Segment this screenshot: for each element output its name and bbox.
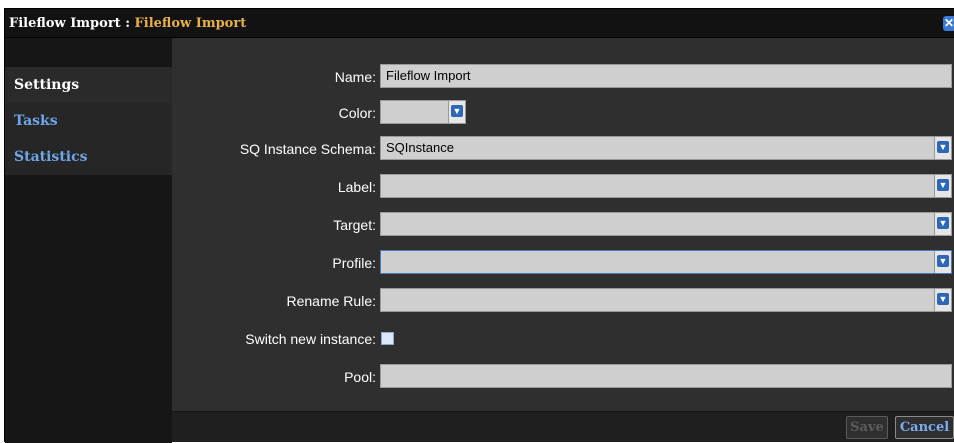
chevron-down-icon: ▼ [937,179,949,191]
schema-select[interactable]: SQInstance ▼ [380,136,952,160]
switch-new-instance-checkbox[interactable] [381,332,394,345]
pool-label: Pool: [344,369,376,385]
cancel-button[interactable]: Cancel [895,416,954,439]
chevron-down-icon: ▼ [937,255,949,267]
sidebar-item-statistics[interactable]: Statistics [5,139,172,175]
pool-field[interactable] [380,364,952,388]
rename-rule-select[interactable]: ▼ [380,288,952,312]
fileflow-import-dialog: Fileflow Import : Fileflow Import ✕ Sett… [4,8,954,443]
schema-value: SQInstance [386,140,454,155]
label-dropdown-button[interactable]: ▼ [934,175,951,197]
name-label: Name: [334,69,376,85]
sidebar-item-settings[interactable]: Settings [5,67,172,103]
target-label: Target: [333,217,376,233]
settings-form: Name: Fileflow Import Color: ▼ SQ Instan… [172,38,954,412]
save-button[interactable]: Save [846,416,888,439]
sidebar: Settings Tasks Statistics [5,38,172,443]
label-select[interactable]: ▼ [380,174,952,198]
dialog-title-main: Fileflow Import [9,16,121,31]
color-label: Color: [338,105,376,121]
rename-rule-dropdown-button[interactable]: ▼ [934,289,951,311]
profile-label: Profile: [332,255,376,271]
profile-select[interactable]: ▼ [380,250,952,274]
target-dropdown-button[interactable]: ▼ [934,213,951,235]
sidebar-item-tasks[interactable]: Tasks [5,103,172,139]
color-dropdown-button[interactable]: ▼ [448,101,465,123]
chevron-down-icon: ▼ [451,105,463,117]
chevron-down-icon: ▼ [937,141,949,153]
chevron-down-icon: ▼ [937,293,949,305]
label-label: Label: [337,179,376,195]
dialog-titlebar: Fileflow Import : Fileflow Import ✕ [5,9,954,38]
schema-label: SQ Instance Schema: [239,141,376,157]
name-field[interactable]: Fileflow Import [380,64,952,88]
dialog-title: Fileflow Import : Fileflow Import [9,16,246,31]
schema-dropdown-button[interactable]: ▼ [934,137,951,159]
color-select[interactable]: ▼ [380,100,466,124]
dialog-title-separator: : [120,16,135,31]
profile-dropdown-button[interactable]: ▼ [934,251,951,273]
chevron-down-icon: ▼ [937,217,949,229]
dialog-title-sub: Fileflow Import [134,16,247,31]
close-icon[interactable]: ✕ [943,16,954,31]
target-select[interactable]: ▼ [380,212,952,236]
switch-new-instance-label: Switch new instance: [245,331,376,347]
rename-rule-label: Rename Rule: [286,293,377,309]
